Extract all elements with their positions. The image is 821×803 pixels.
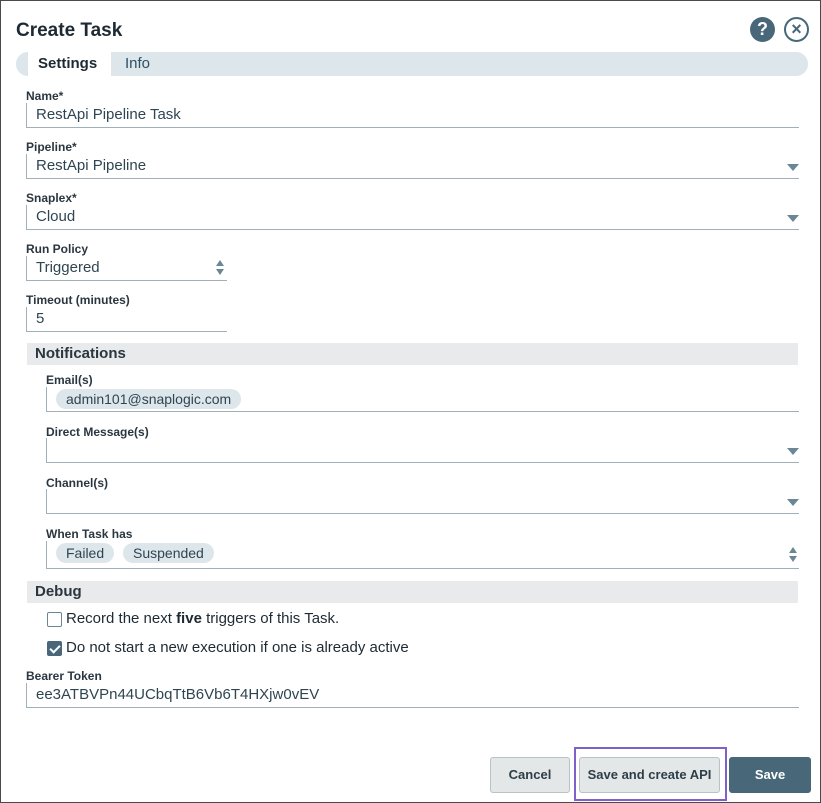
when-task-has-select[interactable]: Failed Suspended <box>46 541 799 569</box>
debug-header: Debug <box>27 581 798 603</box>
close-icon[interactable]: × <box>784 17 809 42</box>
snaplex-label: Snaplex* <box>26 191 77 205</box>
run-policy-value: Triggered <box>36 259 100 276</box>
timeout-input[interactable]: 5 <box>26 307 227 332</box>
tab-settings[interactable]: Settings <box>28 52 112 76</box>
save-and-create-api-button[interactable]: Save and create API <box>579 757 720 793</box>
name-input[interactable]: RestApi Pipeline Task <box>26 103 799 128</box>
pipeline-select[interactable]: RestApi Pipeline <box>26 154 799 179</box>
run-policy-label: Run Policy <box>26 242 89 256</box>
chevron-down-icon <box>787 164 799 171</box>
help-icon[interactable]: ? <box>750 17 775 42</box>
when-task-has-label: When Task has <box>46 527 133 541</box>
record-suffix: triggers of this Task. <box>201 610 340 627</box>
chevron-down-icon <box>787 448 799 455</box>
channels-label: Channel(s) <box>46 476 109 490</box>
bearer-token-label: Bearer Token <box>26 669 102 683</box>
snaplex-value: Cloud <box>36 208 76 225</box>
chevron-down-icon <box>787 499 799 506</box>
tab-info[interactable]: Info <box>125 52 150 76</box>
no-new-execution-checkbox[interactable] <box>47 641 62 656</box>
record-prefix: Record the next <box>66 610 177 627</box>
suspended-chip[interactable]: Suspended <box>123 543 214 563</box>
pipeline-value: RestApi Pipeline <box>36 157 147 174</box>
chevron-down-icon <box>787 215 799 222</box>
record-bold: five <box>176 610 202 627</box>
timeout-value: 5 <box>36 310 45 327</box>
notifications-title: Notifications <box>35 345 126 362</box>
timeout-label: Timeout (minutes) <box>26 293 130 307</box>
tab-bar: Settings Info <box>16 52 808 76</box>
dialog-title: Create Task <box>16 20 123 41</box>
cancel-button[interactable]: Cancel <box>490 757 570 793</box>
emails-input[interactable]: admin101@snaplogic.com <box>46 387 799 412</box>
name-value: RestApi Pipeline Task <box>36 106 181 123</box>
notifications-header: Notifications <box>27 343 798 365</box>
run-policy-select[interactable]: Triggered <box>26 256 227 281</box>
bearer-token-value: ee3ATBVPn44UCbqTtB6Vb6T4HXjw0vEV <box>36 686 320 703</box>
save-button[interactable]: Save <box>729 757 811 793</box>
up-down-arrows-icon <box>789 547 799 563</box>
direct-messages-label: Direct Message(s) <box>46 425 149 439</box>
channels-select[interactable] <box>46 489 799 514</box>
failed-chip[interactable]: Failed <box>56 543 115 563</box>
snaplex-select[interactable]: Cloud <box>26 205 799 230</box>
record-triggers-checkbox[interactable] <box>47 612 62 627</box>
create-task-dialog: Create Task ? × Settings Info Name* Rest… <box>0 0 821 803</box>
direct-messages-select[interactable] <box>46 438 799 463</box>
bearer-token-input[interactable]: ee3ATBVPn44UCbqTtB6Vb6T4HXjw0vEV <box>26 683 799 708</box>
pipeline-label: Pipeline* <box>26 140 77 154</box>
email-chip[interactable]: admin101@snaplogic.com <box>56 389 242 409</box>
record-triggers-label: Record the next five triggers of this Ta… <box>66 610 339 627</box>
up-down-arrows-icon <box>216 260 226 276</box>
no-new-execution-label: Do not start a new execution if one is a… <box>66 639 409 656</box>
name-label: Name* <box>26 89 64 103</box>
debug-title: Debug <box>35 583 82 600</box>
emails-label: Email(s) <box>46 373 93 387</box>
